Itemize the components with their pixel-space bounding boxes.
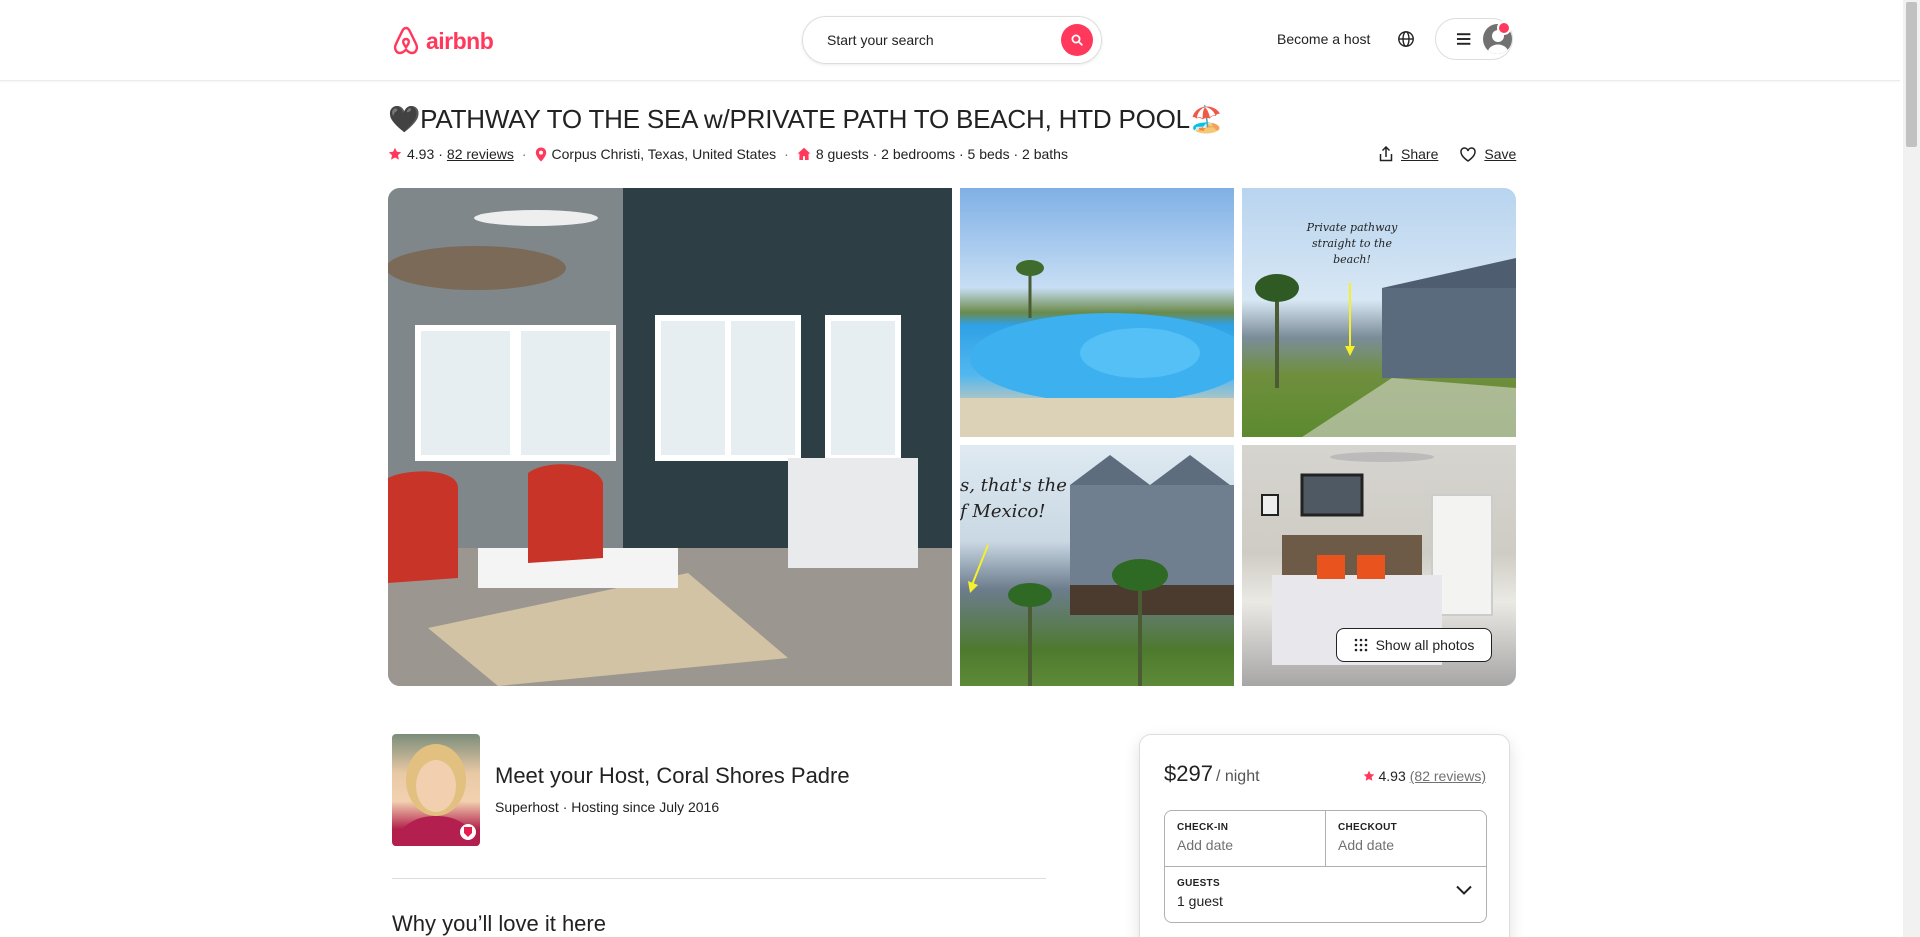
checkout-label: CHECKOUT [1338, 822, 1398, 833]
host-heading-prefix: Meet your Host, [495, 763, 657, 788]
booking-rating-value: 4.93 [1378, 768, 1406, 784]
listing-actions: Share Save [1379, 146, 1516, 162]
listing-rating: 4.93 [407, 146, 435, 162]
checkin-label: CHECK-IN [1177, 822, 1229, 833]
host-heading: Meet your Host, Coral Shores Padre [495, 763, 850, 789]
show-all-photos-button[interactable]: Show all photos [1336, 628, 1492, 662]
airbnb-logo[interactable]: airbnb [390, 24, 494, 58]
show-all-photos-label: Show all photos [1375, 637, 1475, 653]
save-button[interactable]: Save [1460, 146, 1516, 162]
listing-location: Corpus Christi, Texas, United States [551, 146, 777, 162]
meta-separator: · [784, 146, 789, 162]
top-header: airbnb Start your search Become a host [0, 0, 1900, 81]
pool-illustration [960, 260, 1234, 437]
search-placeholder: Start your search [827, 32, 934, 48]
listing-title: 🖤PATHWAY TO THE SEA w/PRIVATE PATH TO BE… [388, 104, 1223, 134]
search-button[interactable] [1061, 24, 1093, 56]
share-label: Share [1401, 146, 1439, 162]
living-room-illustration [388, 188, 952, 686]
photo-caption-gulf-line2: f Mexico! [960, 501, 1046, 522]
search-bar[interactable]: Start your search [802, 16, 1102, 64]
notification-dot [1497, 21, 1511, 35]
booking-rating: 4.93 (82 reviews) [1363, 768, 1486, 784]
price-unit: / night [1215, 768, 1260, 785]
star-icon [1363, 770, 1374, 781]
hamburger-icon [1456, 33, 1471, 45]
price-amount: $297 [1164, 761, 1213, 786]
save-label: Save [1484, 146, 1517, 162]
guests-value: 1 guest [1177, 893, 1223, 909]
guests-label: GUESTS [1177, 878, 1220, 889]
photo-living-room[interactable] [388, 188, 952, 686]
booking-reviews-link[interactable]: (82 reviews) [1410, 768, 1486, 784]
location-pin-icon [535, 147, 546, 161]
listing-details: 8 guests · 2 bedrooms · 5 beds · 2 baths [815, 146, 1068, 162]
photo-gallery: Private pathway straight to the beach! s… [388, 188, 1516, 686]
airbnb-logo-icon [393, 26, 419, 55]
home-icon [797, 147, 811, 160]
scrollbar-thumb[interactable] [1906, 2, 1917, 147]
page-scrollbar[interactable] [1903, 0, 1920, 937]
nightly-price: $297/ night [1164, 761, 1260, 787]
photo-private-pathway[interactable]: Private pathway straight to the beach! [1242, 188, 1516, 437]
host-photo[interactable] [392, 734, 480, 846]
photo-pool[interactable] [960, 188, 1234, 437]
checkout-value: Add date [1338, 837, 1395, 853]
superhost-badge [460, 824, 476, 840]
photo-caption-gulf: s, that's the f Mexico! [960, 473, 1070, 525]
checkout-field[interactable]: CHECKOUT Add date [1326, 811, 1486, 867]
logo-text: airbnb [426, 27, 494, 54]
section-divider [392, 878, 1046, 879]
guests-field[interactable]: GUESTS 1 guest [1165, 867, 1486, 922]
host-name: Coral Shores Padre [656, 763, 850, 788]
booking-card: $297/ night 4.93 (82 reviews) CHECK-IN A… [1139, 734, 1510, 937]
heart-icon [1460, 146, 1477, 162]
search-icon [1071, 34, 1083, 46]
chevron-down-icon [1456, 885, 1472, 895]
listing-meta: 4.93 · 82 reviews · Corpus Christi, Texa… [388, 146, 1068, 162]
share-icon [1379, 146, 1393, 162]
share-button[interactable]: Share [1379, 146, 1438, 162]
checkin-value: Add date [1177, 837, 1234, 853]
section-heading-why: Why you’ll love it here [392, 911, 606, 936]
meta-separator: · [521, 146, 527, 162]
become-host-link[interactable]: Become a host [1277, 31, 1370, 47]
meta-separator: · [438, 146, 443, 162]
star-icon [388, 147, 402, 160]
photo-caption-gulf-line1: s, that's the [960, 475, 1067, 496]
reviews-link[interactable]: 82 reviews [447, 146, 514, 162]
globe-icon[interactable] [1397, 30, 1415, 48]
checkin-field[interactable]: CHECK-IN Add date [1165, 811, 1326, 867]
photo-caption-pathway: Private pathway straight to the beach! [1306, 221, 1398, 266]
date-guest-picker: CHECK-IN Add date CHECKOUT Add date GUES… [1164, 810, 1487, 923]
host-subtitle: Superhost · Hosting since July 2016 [495, 799, 720, 815]
grid-dots-icon [1354, 638, 1367, 652]
photo-gulf-view[interactable]: s, that's the f Mexico! [960, 445, 1234, 686]
superhost-medal-icon [464, 827, 472, 837]
